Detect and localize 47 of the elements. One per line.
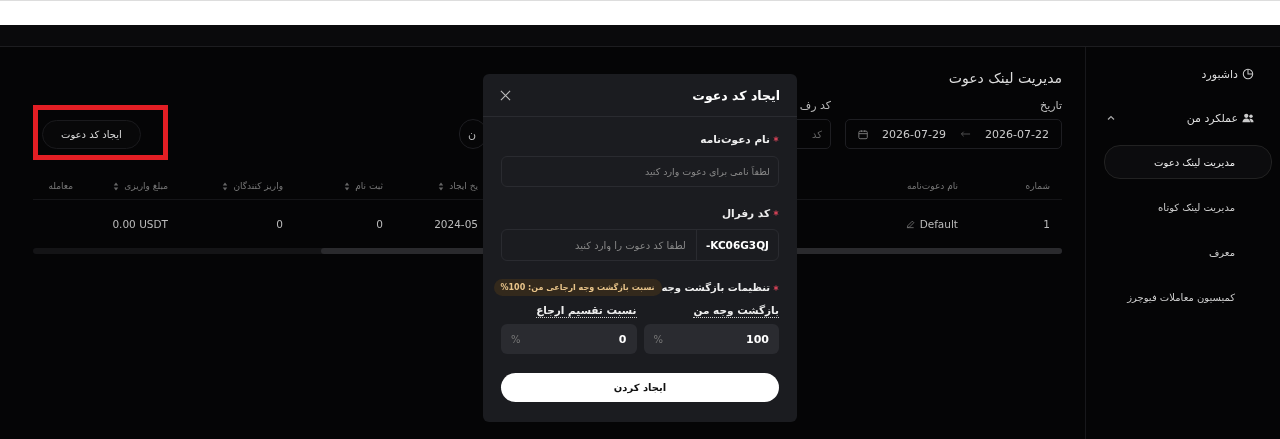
- number-field[interactable]: 100 %: [643, 324, 779, 354]
- field-label: نام دعوت‌نامه: [700, 133, 770, 145]
- column-header: نام دعوت‌نامه: [905, 181, 959, 191]
- date-range-field[interactable]: 2026-07-29 2026-07-22: [845, 119, 1062, 149]
- column-header: واریز کنندگان: [180, 181, 295, 191]
- start-date[interactable]: 2026-07-22: [985, 127, 1049, 141]
- table-cell: 0: [376, 218, 383, 230]
- sort-icon: [222, 181, 229, 191]
- column-header: شماره: [1024, 181, 1051, 191]
- clock-icon: [1242, 68, 1254, 80]
- arrow-icon: [960, 130, 972, 138]
- table-cell: Default: [919, 218, 958, 230]
- submit-button[interactable]: ایجاد کردن: [501, 373, 779, 402]
- code-input-field[interactable]: لطفا کد دعوت را وارد کنید: [502, 230, 696, 260]
- number-field[interactable]: 0 %: [501, 324, 637, 354]
- sidebar-item[interactable]: کمیسیون معاملات فیوچرز: [1104, 280, 1272, 314]
- sidebar-item[interactable]: عملکرد من: [1104, 99, 1272, 137]
- column-header: مبلغ واریزی: [73, 181, 180, 191]
- sort-icon: [438, 181, 445, 191]
- date-label: تاریخ: [1040, 99, 1062, 113]
- field-label: نسبت تقسیم ارجاع: [536, 304, 637, 318]
- create-invite-button[interactable]: ایجاد کد دعوت: [42, 120, 141, 149]
- table-cell: 0: [276, 218, 283, 230]
- dialog-title: ایجاد کد دعوت: [692, 87, 780, 103]
- sidebar-item[interactable]: مدیریت لینک دعوت: [1104, 145, 1272, 179]
- close-icon[interactable]: [500, 89, 511, 101]
- field-label: کد رفرال: [722, 207, 770, 219]
- page-title: مدیریت لینک دعوت: [947, 69, 1062, 87]
- column-header: ثبت نام: [295, 181, 395, 191]
- table-cell: 0.00 USDT: [112, 218, 168, 230]
- rate-badge: نسبت بازگشت وجه ارجاعی من: 100%: [493, 279, 662, 296]
- name-input-field[interactable]: لطفاً نامی برای دعوت وارد کنید: [501, 156, 779, 187]
- field-label: تنظیمات بازگشت وجه: [661, 282, 770, 293]
- sidebar-item[interactable]: معرف: [1104, 235, 1272, 269]
- sort-icon: [344, 181, 351, 191]
- calendar-icon: [858, 128, 869, 140]
- field-label: بازگشت وجه من: [693, 304, 779, 318]
- sidebar-item[interactable]: داشبورد: [1104, 55, 1272, 93]
- users-icon: [1242, 112, 1254, 124]
- table-cell: 1: [1043, 218, 1050, 230]
- pencil-icon[interactable]: [905, 219, 915, 229]
- sidebar-item[interactable]: مدیریت لینک کوتاه: [1104, 190, 1272, 224]
- referral-label: کد رف: [799, 99, 831, 113]
- end-date[interactable]: 2026-07-29: [882, 127, 947, 141]
- column-header: معامله: [47, 181, 73, 191]
- sort-icon: [113, 181, 120, 191]
- table-cell: 2024-05: [434, 218, 478, 230]
